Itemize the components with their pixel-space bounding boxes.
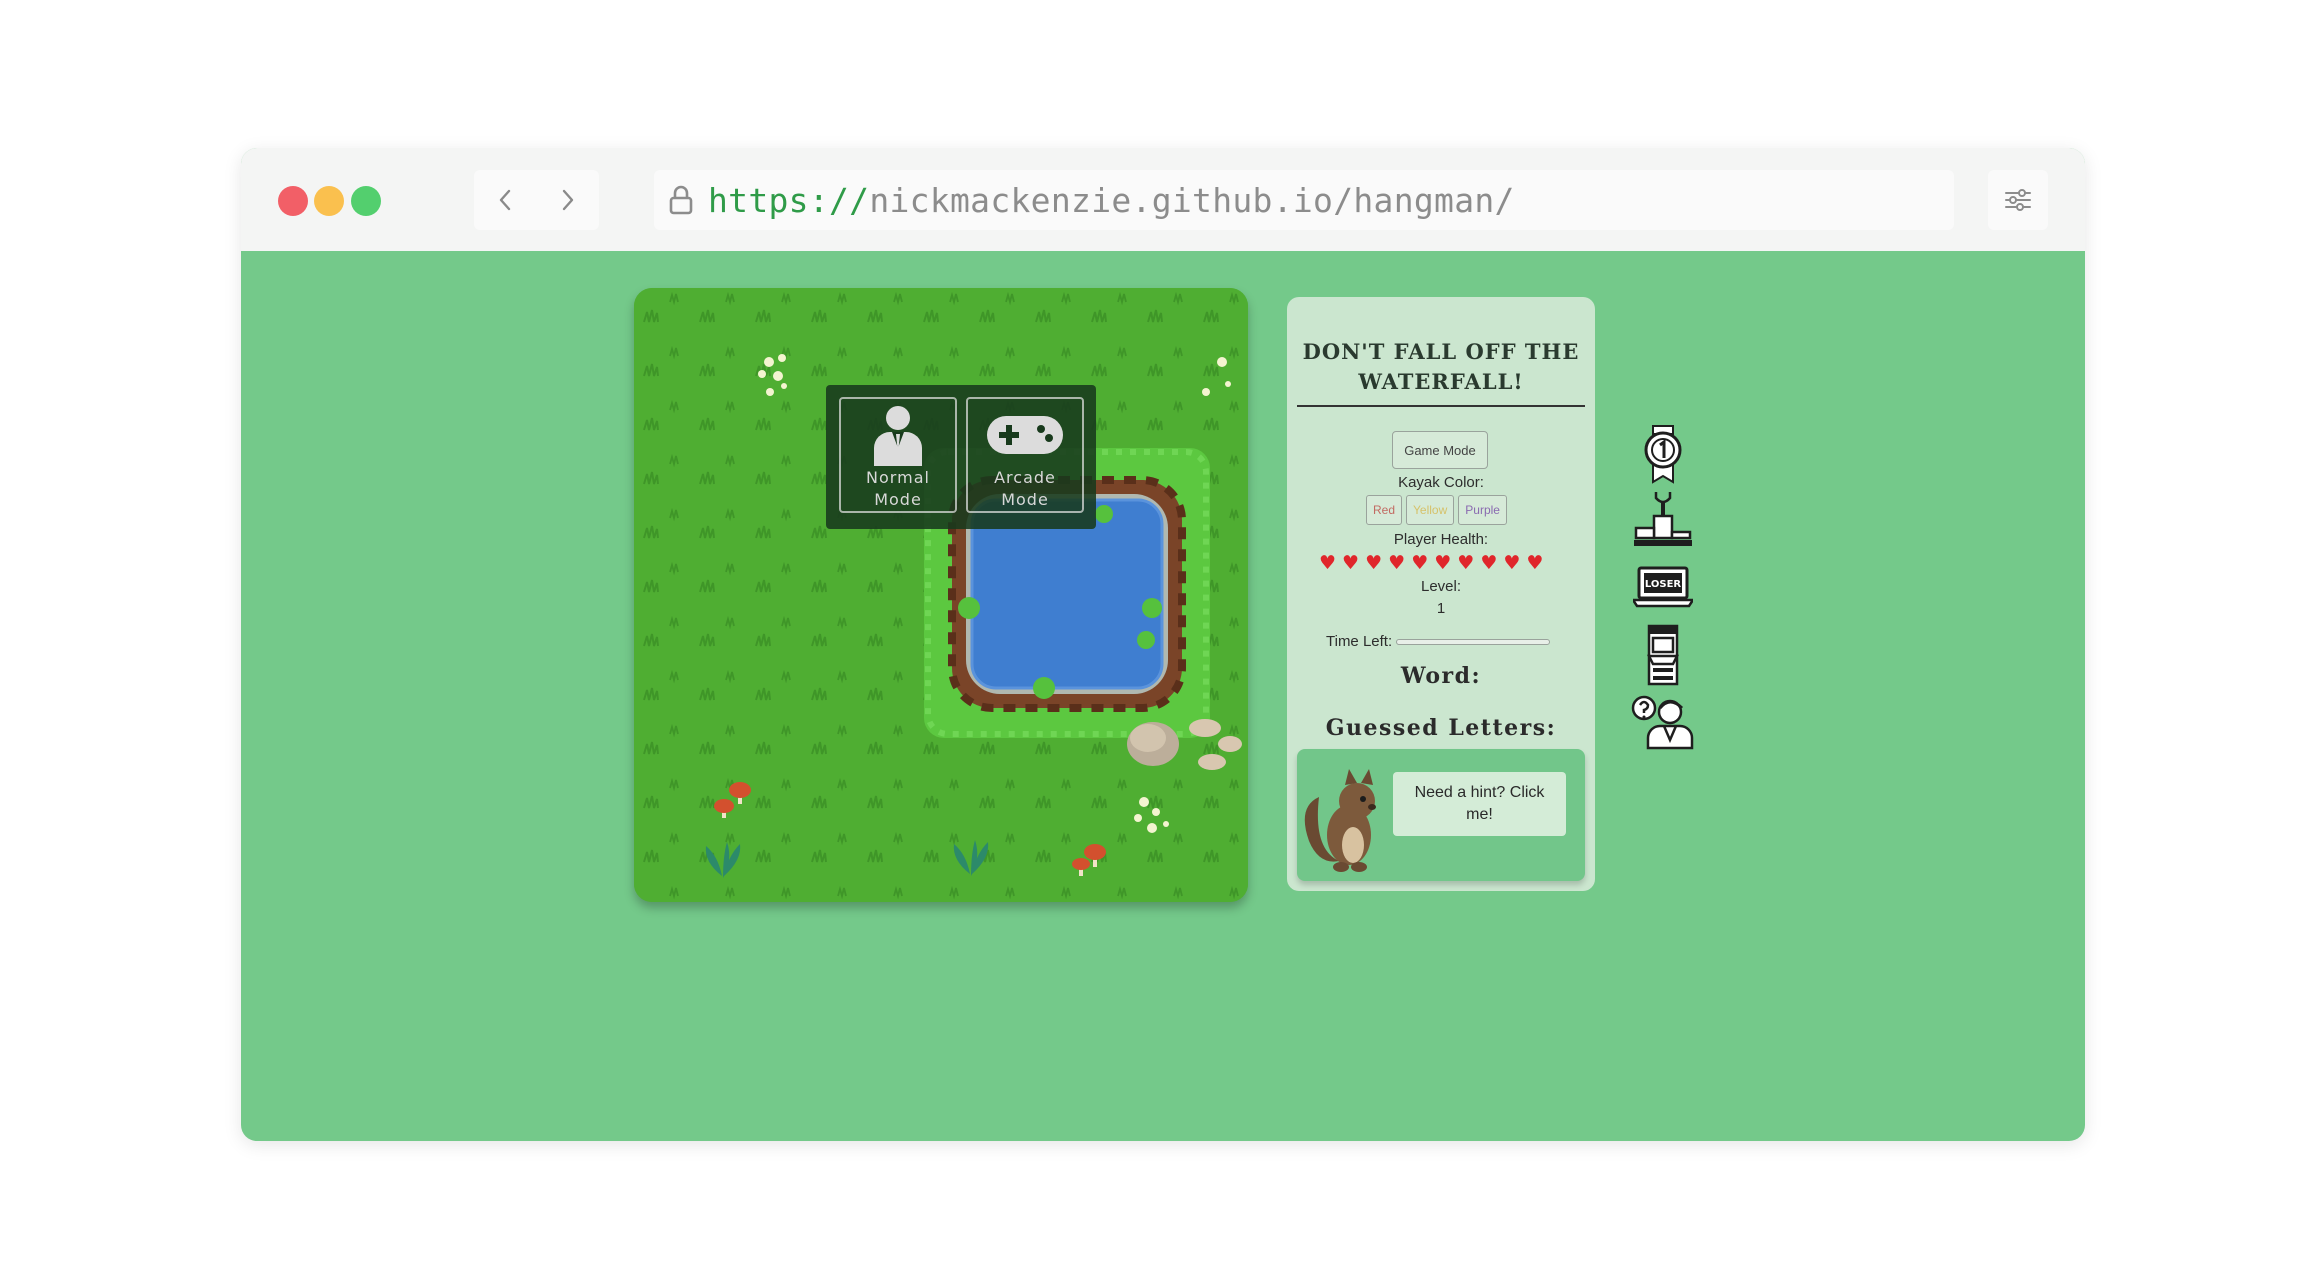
heart-icon: ♥ [1526, 552, 1544, 574]
heart-icon: ♥ [1434, 552, 1452, 574]
settings-sliders-icon [2005, 189, 2031, 211]
kayak-color-options: Red Yellow Purple [1366, 495, 1507, 525]
time-left-bar [1396, 638, 1551, 645]
player-health-label: Player Health: [1393, 531, 1489, 548]
panel-title: DON'T FALL OFF THE WATERFALL! [1302, 339, 1580, 394]
game-info-panel: DON'T FALL OFF THE WATERFALL! Game Mode … [1287, 297, 1595, 891]
kayak-color-yellow-button[interactable]: Yellow [1406, 495, 1455, 525]
heart-icon: ♥ [1365, 552, 1383, 574]
guessed-letters-label: Guessed Letters: [1325, 715, 1557, 741]
level-value: 1 [1436, 600, 1446, 617]
arcade-mode-button[interactable]: Arcade Mode [966, 397, 1084, 513]
arcade-mode-label: Arcade Mode [994, 468, 1056, 509]
url-scheme: https:// [708, 180, 870, 220]
close-window-button[interactable] [278, 186, 308, 216]
settings-button[interactable] [1988, 170, 2048, 230]
forward-icon [562, 189, 573, 211]
heart-icon: ♥ [1388, 552, 1406, 574]
forward-button[interactable] [537, 170, 600, 230]
maximize-window-button[interactable] [351, 186, 381, 216]
loser-laptop-icon[interactable]: LOSER [1629, 564, 1697, 608]
browser-window: https://nickmackenzie.github.io/hangman/ [241, 148, 2085, 1141]
back-icon [500, 189, 511, 211]
heart-icon: ♥ [1480, 552, 1498, 574]
loser-text: LOSER [1645, 579, 1682, 590]
heart-icon: ♥ [1342, 552, 1360, 574]
heart-icon: ♥ [1411, 552, 1429, 574]
normal-mode-button[interactable]: Normal Mode [839, 397, 957, 513]
hint-button[interactable]: Need a hint? Click me! [1393, 772, 1566, 836]
time-left-label: Time Left: [1326, 633, 1393, 650]
word-label: Word: [1400, 663, 1482, 689]
kayak-color-purple-button[interactable]: Purple [1458, 495, 1507, 525]
normal-mode-label: Normal Mode [866, 468, 930, 509]
trophy-podium-icon[interactable] [1629, 490, 1697, 554]
heart-icon: ♥ [1319, 552, 1337, 574]
address-bar[interactable]: https://nickmackenzie.github.io/hangman/ [654, 170, 1954, 230]
game-canvas[interactable]: Normal Mode Arcade Mode [634, 288, 1248, 902]
game-scene [634, 288, 1248, 902]
heart-icon: ♥ [1457, 552, 1475, 574]
browser-toolbar: https://nickmackenzie.github.io/hangman/ [241, 148, 2085, 251]
help-person-icon[interactable] [1629, 694, 1697, 750]
kayak-color-red-button[interactable]: Red [1366, 495, 1403, 525]
hint-card[interactable]: Need a hint? Click me! [1297, 749, 1585, 881]
back-button[interactable] [474, 170, 537, 230]
arcade-machine-icon[interactable] [1629, 624, 1697, 686]
level-label: Level: [1420, 578, 1462, 595]
title-divider [1297, 405, 1585, 407]
health-hearts: ♥ ♥ ♥ ♥ ♥ ♥ ♥ ♥ ♥ ♥ [1319, 553, 1543, 573]
squirrel-icon [1304, 769, 1376, 872]
heart-icon: ♥ [1503, 552, 1521, 574]
mode-select-overlay: Normal Mode Arcade Mode [826, 385, 1096, 529]
person-suit-icon [868, 403, 928, 467]
gamepad-icon [985, 403, 1065, 467]
minimize-window-button[interactable] [314, 186, 344, 216]
kayak-color-label: Kayak Color: [1398, 474, 1484, 491]
time-left-row: Time Left: [1326, 633, 1551, 650]
lock-icon [666, 183, 696, 217]
game-mode-button[interactable]: Game Mode [1392, 431, 1488, 469]
first-place-medal-icon[interactable] [1629, 424, 1697, 484]
url-text: https://nickmackenzie.github.io/hangman/ [708, 181, 1515, 220]
url-host: nickmackenzie.github.io/hangman/ [869, 180, 1515, 220]
nav-buttons [474, 170, 599, 230]
